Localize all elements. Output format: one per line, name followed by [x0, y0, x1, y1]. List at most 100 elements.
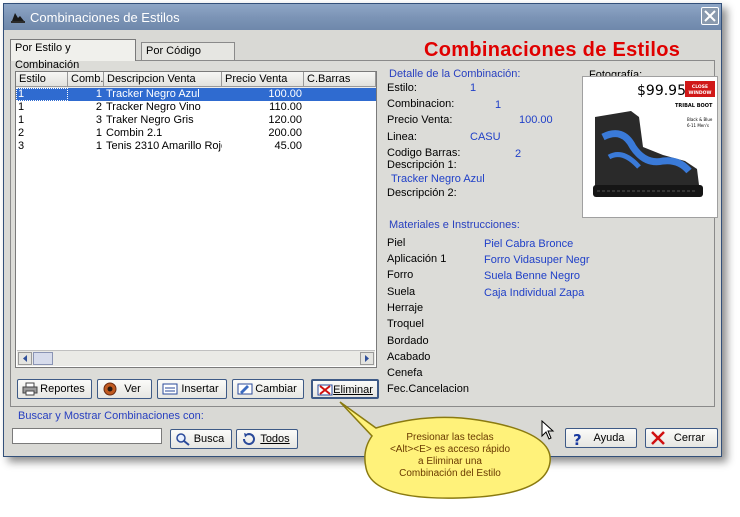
horizontal-scrollbar[interactable]	[17, 350, 375, 366]
scroll-thumb[interactable]	[33, 352, 53, 365]
cell-precio: 120.00	[268, 114, 302, 126]
material-label: Bordado	[387, 335, 429, 347]
precio-label: Precio Venta:	[387, 114, 453, 126]
cell-desc: Traker Negro Gris	[106, 114, 194, 126]
tooltip-line: a Eliminar una	[418, 456, 482, 467]
eliminar-button[interactable]: Eliminar	[311, 379, 379, 399]
material-label: Fec.Cancelacion	[387, 383, 469, 395]
product-photo: $99.95 CLOSE WINDOW TRIBAL BOOT Black & …	[582, 76, 718, 218]
scroll-right-button[interactable]	[360, 352, 374, 365]
photo-badge-line2: WINDOW	[689, 90, 712, 96]
table-row[interactable]: 3 1 Tenis 2310 Amarillo Rojo 45.00	[16, 140, 376, 153]
cell-comb: 2	[95, 101, 102, 113]
mouse-cursor-icon	[541, 420, 555, 440]
delete-record-icon	[317, 384, 333, 396]
table-row[interactable]: 2 1 Combin 2.1 200.00	[16, 127, 376, 140]
busca-button[interactable]: Busca	[170, 429, 232, 449]
cell-precio: 110.00	[269, 101, 302, 113]
page-title: Combinaciones de Estilos	[424, 39, 681, 61]
material-label: Herraje	[387, 302, 424, 314]
tooltip-line: Combinación del Estilo	[399, 468, 501, 479]
col-barras[interactable]: C.Barras	[304, 72, 376, 87]
cell-comb: 3	[95, 114, 102, 126]
cell-barras	[304, 140, 376, 153]
cell-precio: 200.00	[268, 127, 302, 139]
cell-desc: Tracker Negro Azul	[106, 88, 200, 100]
photo-small1: Black & Blue	[687, 117, 713, 122]
insertar-button[interactable]: Insertar	[157, 379, 227, 399]
search-icon	[176, 433, 190, 446]
tab-por-estilo[interactable]: Por Estilo y Combinación	[10, 39, 136, 71]
material-label: Aplicación 1	[387, 253, 447, 265]
scroll-left-button[interactable]	[18, 352, 32, 365]
precio-value: 100.00	[519, 114, 553, 126]
col-descripcion[interactable]: Descripcion Venta	[104, 72, 222, 87]
photo-badge-line1: CLOSE	[692, 84, 708, 90]
cell-barras	[304, 127, 376, 140]
combinacion-label: Combinacion:	[387, 98, 455, 110]
boot-image: $99.95 CLOSE WINDOW TRIBAL BOOT Black & …	[583, 77, 717, 217]
cell-desc: Tracker Negro Vino	[106, 101, 201, 113]
cell-barras	[304, 114, 376, 127]
material-label: Cenefa	[387, 367, 423, 379]
svg-text:?: ?	[573, 431, 582, 447]
chevron-right-icon	[365, 355, 369, 362]
ayuda-button[interactable]: ? Ayuda	[565, 428, 637, 448]
cell-estilo: 1	[16, 88, 68, 101]
cerrar-button[interactable]: Cerrar	[645, 428, 718, 448]
photo-brand: TRIBAL BOOT	[675, 103, 713, 109]
linea-label: Linea:	[387, 131, 417, 143]
col-precio[interactable]: Precio Venta	[222, 72, 304, 87]
cell-comb: 1	[95, 88, 102, 100]
material-value: Piel Cabra Bronce	[484, 238, 574, 250]
reportes-button[interactable]: Reportes	[17, 379, 92, 399]
search-input[interactable]	[12, 428, 162, 444]
table-row[interactable]: 1 3 Traker Negro Gris 120.00	[16, 114, 376, 127]
material-label: Acabado	[387, 351, 431, 363]
close-icon	[704, 10, 716, 22]
material-value: Forro Vidasuper Negr	[484, 254, 590, 266]
combinations-table[interactable]: Estilo Comb. Descripcion Venta Precio Ve…	[15, 71, 377, 368]
ver-button[interactable]: Ver	[97, 379, 152, 399]
material-label: Troquel	[387, 318, 424, 330]
cell-desc: Tenis 2310 Amarillo Rojo	[106, 140, 222, 152]
insert-record-icon	[162, 383, 178, 395]
cell-comb: 1	[95, 140, 102, 152]
table-row[interactable]: 1 1 Tracker Negro Azul 100.00	[16, 88, 376, 101]
help-icon: ?	[573, 431, 582, 447]
chevron-left-icon	[23, 355, 27, 362]
descripcion1-value: Tracker Negro Azul	[391, 173, 485, 185]
material-label: Forro	[387, 269, 414, 281]
main-window: Combinaciones de Estilos Por Estilo y Co…	[3, 3, 722, 457]
cell-estilo: 1	[18, 114, 25, 126]
col-comb[interactable]: Comb.	[68, 72, 104, 87]
window-close-button[interactable]	[701, 7, 719, 25]
tab-label: Por Estilo y Combinación	[15, 42, 80, 71]
tooltip-line: <Alt><E> es acceso rápido	[389, 444, 511, 455]
edit-record-icon	[237, 383, 253, 395]
detalle-group-label: Detalle de la Combinación:	[389, 68, 521, 80]
tab-por-codigo-barras[interactable]: Por Código Barras	[141, 42, 235, 74]
materiales-group-label: Materiales e Instrucciones:	[389, 219, 520, 231]
title-bar[interactable]: Combinaciones de Estilos	[4, 4, 721, 30]
estilo-label: Estilo:	[387, 82, 417, 94]
combinacion-value: 1	[495, 99, 502, 111]
tooltip-text: Presionar las teclas <Alt><E> es acceso …	[386, 432, 514, 480]
cell-precio: 45.00	[274, 140, 302, 152]
todos-button[interactable]: Todos	[236, 429, 298, 449]
cell-comb: 1	[95, 127, 102, 139]
cell-desc: Combin 2.1	[106, 127, 163, 139]
cell-estilo: 2	[18, 127, 25, 139]
search-label: Buscar y Mostrar Combinaciones con:	[18, 410, 204, 422]
table-row[interactable]: 1 2 Tracker Negro Vino 110.00	[16, 101, 376, 114]
estilo-value: 1	[470, 82, 477, 94]
codigo-barras-label: Codigo Barras:	[387, 147, 461, 159]
cambiar-button[interactable]: Cambiar	[232, 379, 304, 399]
codigo-barras-value: 2	[515, 148, 522, 160]
descripcion1-label: Descripción 1:	[387, 159, 457, 171]
col-estilo[interactable]: Estilo	[16, 72, 68, 87]
refresh-icon	[242, 433, 255, 446]
cell-barras	[304, 101, 376, 114]
material-value: Suela Benne Negro	[484, 270, 581, 282]
descripcion2-label: Descripción 2:	[387, 187, 457, 199]
